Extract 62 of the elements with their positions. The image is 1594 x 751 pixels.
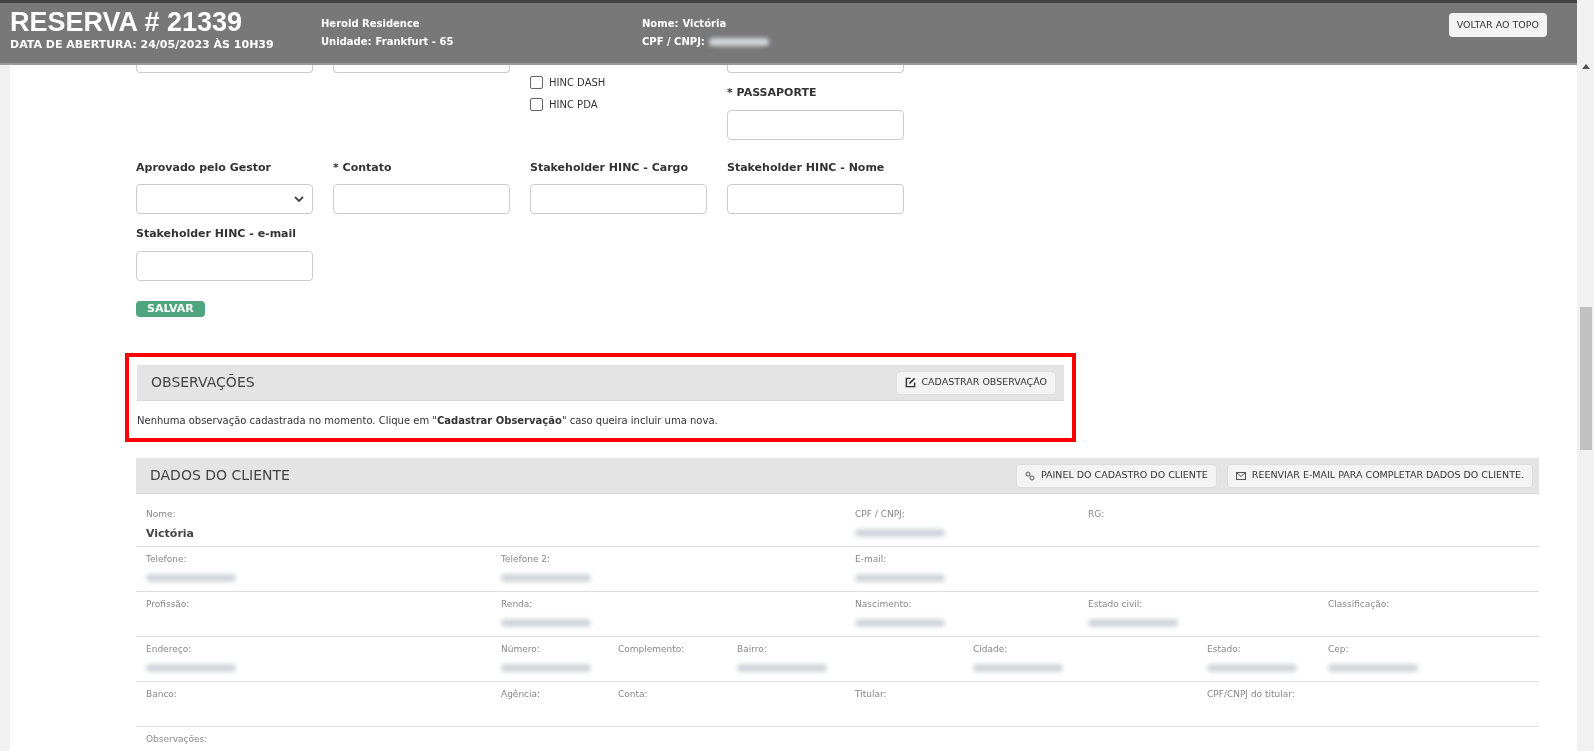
field-label: Número: [501, 643, 541, 656]
opening-date: DATA DE ABERTURA: 24/05/2023 ÀS 10H39 [10, 38, 275, 51]
field-label: Stakeholder HINC - e-mail [136, 226, 298, 242]
checkbox-label: HINC PDA [549, 97, 598, 112]
client-panel-button[interactable]: PAINEL DO CADASTRO DO CLIENTE [1015, 463, 1217, 488]
field-label: Stakeholder HINC - Cargo [530, 159, 689, 176]
field-label: * Contato [333, 159, 393, 176]
field-label: Stakeholder HINC - Nome [727, 159, 886, 176]
scroll-up-icon [1581, 64, 1590, 69]
input-field[interactable] [333, 184, 510, 214]
field-label: Telefone 2: [501, 553, 552, 566]
field-label: CPF/CNPJ do titular: [1207, 688, 1296, 701]
empty-message: Nenhuma observação cadastrada no momento. Clique em "Cadastrar Observação" caso queira incluir uma nova. [137, 414, 719, 428]
field-label: Profissão: [146, 598, 191, 611]
scrollbar-thumb[interactable] [1579, 307, 1592, 450]
field-label: Observações: [146, 733, 209, 746]
info-label: CPF / CNPJ: [642, 35, 705, 49]
register-observation-button[interactable]: CADASTRAR OBSERVAÇÃO [896, 370, 1056, 395]
field-label: Bairro: [737, 643, 768, 656]
checkbox-label: HINC DASH [549, 75, 606, 90]
panel-title: DADOS DO CLIENTE [150, 466, 290, 485]
field-label: Conta: [618, 688, 649, 701]
envelope-icon [1235, 471, 1246, 480]
field-label: Banco: [146, 688, 178, 701]
field-label: Telefone: [146, 553, 188, 566]
field-label: Estado civil: [1088, 598, 1144, 611]
field-label: E-mail: [855, 553, 888, 566]
select-field[interactable] [136, 184, 313, 214]
info-label: Nome: [642, 17, 679, 31]
input-field[interactable] [530, 184, 707, 214]
checkbox[interactable] [530, 75, 543, 89]
chevron-down-icon [294, 195, 304, 203]
link-icon [1024, 470, 1035, 481]
field-value: Victória [146, 525, 196, 542]
info-value: Herold Residence [321, 17, 420, 31]
info-value: Victória [682, 17, 727, 31]
field-label: CPF / CNPJ: [855, 508, 906, 521]
field-label: * PASSAPORTE [727, 85, 818, 101]
input-field[interactable] [727, 184, 904, 214]
back-to-top-button[interactable]: VOLTAR AO TOPO [1448, 13, 1547, 37]
field-label: Nascimento: [855, 598, 913, 611]
field-label: Cidade: [973, 643, 1009, 656]
field-label: Titular: [855, 688, 888, 701]
reservation-title: RESERVA # 21339 [10, 6, 244, 38]
info-label: Unidade: [321, 35, 372, 49]
edit-icon [905, 377, 917, 388]
resend-email-button[interactable]: REENVIAR E-MAIL PARA COMPLETAR DADOS DO CLIENTE. [1226, 463, 1533, 488]
input-field[interactable] [727, 109, 904, 140]
input-field[interactable] [136, 250, 313, 281]
field-label: RG: [1088, 508, 1106, 521]
field-label: Classificação: [1328, 598, 1391, 611]
field-label: Estado: [1207, 643, 1242, 656]
field-label: Aprovado pelo Gestor [136, 159, 272, 176]
field-label: Complemento: [618, 643, 686, 656]
info-value: Frankfurt - 65 [375, 35, 454, 49]
checkbox[interactable] [530, 97, 543, 111]
panel-title: OBSERVAÇÕES [151, 373, 255, 392]
field-label: Endereço: [146, 643, 193, 656]
field-label: Agência: [501, 688, 542, 701]
field-label: Cep: [1328, 643, 1350, 656]
field-label: Renda: [501, 598, 534, 611]
field-label: Nome: [146, 508, 177, 521]
